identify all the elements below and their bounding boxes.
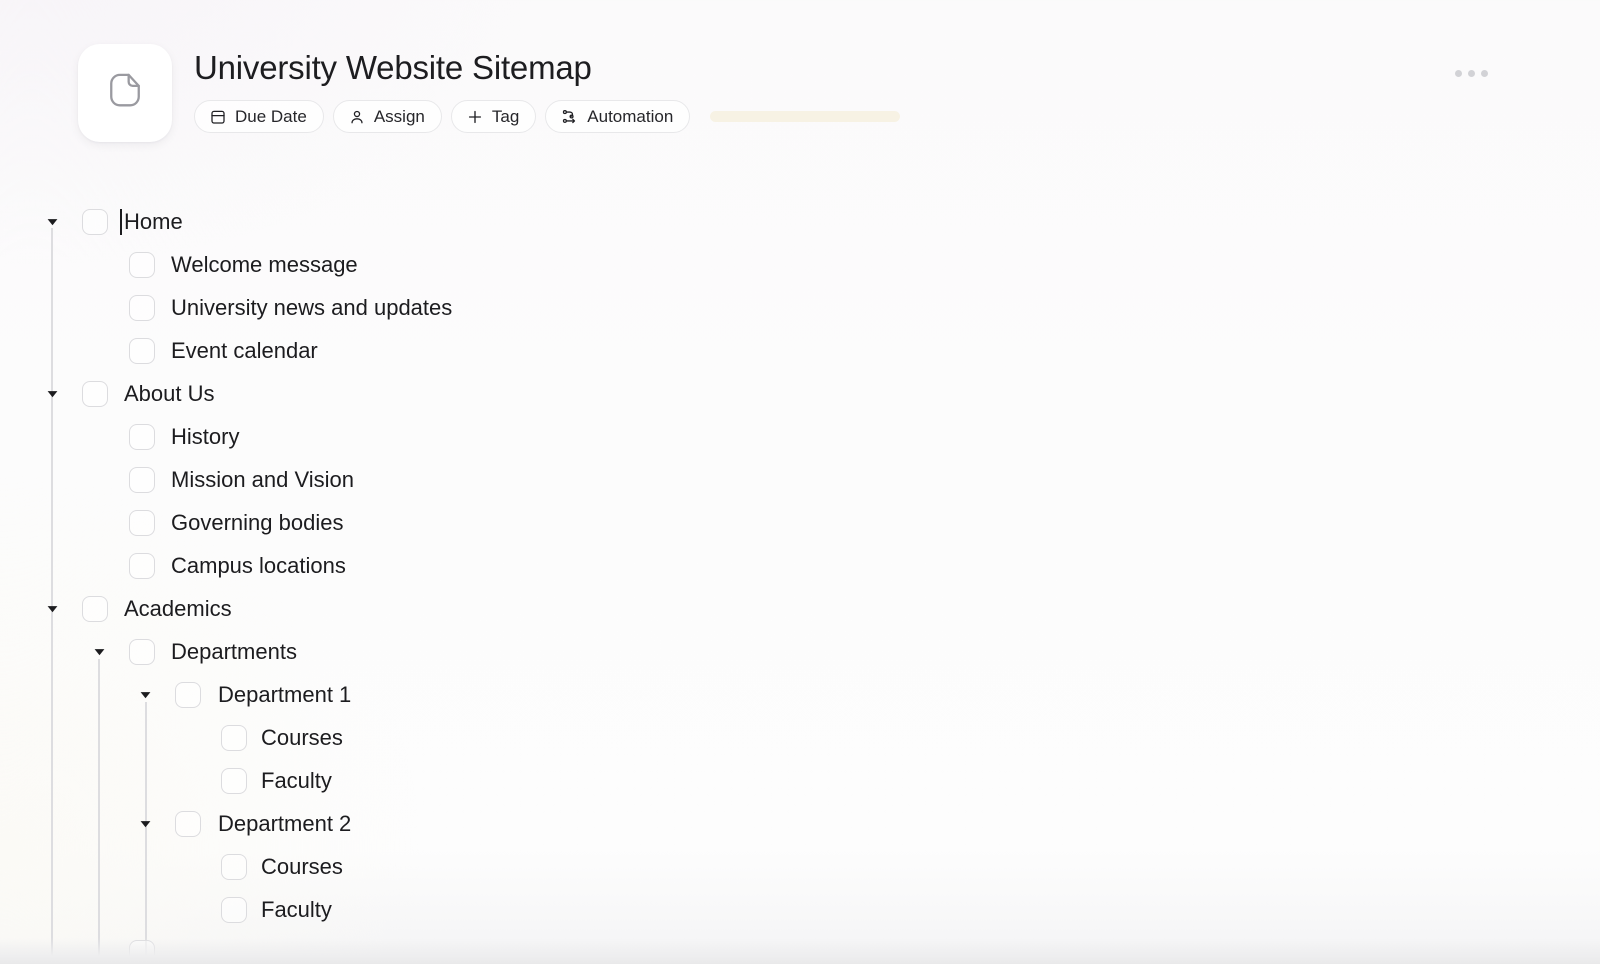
- automation-chip-label: Automation: [587, 107, 674, 126]
- person-icon: [348, 108, 366, 126]
- chevron-down-icon[interactable]: [43, 600, 61, 618]
- tree-row-label[interactable]: History: [171, 424, 239, 450]
- row-checkbox[interactable]: [129, 294, 155, 321]
- tree-row[interactable]: Home: [0, 200, 1600, 243]
- tree-row-label[interactable]: Faculty: [261, 768, 332, 794]
- tree-row[interactable]: Departments: [0, 630, 1600, 673]
- row-checkbox[interactable]: [221, 724, 247, 751]
- chevron-down-icon[interactable]: [136, 815, 154, 833]
- tree-row[interactable]: Campus locations: [0, 544, 1600, 587]
- plus-icon: [466, 108, 484, 126]
- row-checkbox[interactable]: [129, 552, 155, 579]
- row-checkbox[interactable]: [129, 939, 155, 964]
- row-checkbox[interactable]: [175, 681, 201, 708]
- document-page-icon: [103, 69, 147, 118]
- title-block: University Website Sitemap Due Date Assi…: [194, 44, 901, 133]
- tree-row[interactable]: [0, 931, 1600, 964]
- chevron-down-icon[interactable]: [90, 643, 108, 661]
- chevron-down-icon[interactable]: [136, 686, 154, 704]
- tree-row-label[interactable]: Welcome message: [171, 252, 358, 278]
- more-options-icon[interactable]: [1447, 62, 1496, 85]
- tree-row-label[interactable]: Home: [124, 209, 183, 235]
- chevron-down-icon[interactable]: [43, 385, 61, 403]
- progress-bar: [710, 111, 901, 122]
- tree-row-label[interactable]: Faculty: [261, 897, 332, 923]
- chevron-down-icon[interactable]: [43, 213, 61, 231]
- row-checkbox[interactable]: [82, 380, 108, 407]
- tree-row-label[interactable]: Mission and Vision: [171, 467, 354, 493]
- text-cursor: [120, 208, 122, 235]
- tree-row-label[interactable]: Campus locations: [171, 553, 346, 579]
- row-checkbox[interactable]: [221, 767, 247, 794]
- due-date-chip[interactable]: Due Date: [194, 100, 324, 133]
- document-icon-tile[interactable]: [78, 44, 172, 142]
- assign-chip[interactable]: Assign: [332, 100, 442, 133]
- tag-chip-label: Tag: [491, 107, 520, 126]
- tree-row-label[interactable]: Departments: [171, 639, 297, 665]
- sitemap-outline-tree: Home Welcome message University news and u…: [0, 200, 1600, 964]
- tree-row[interactable]: University news and updates: [0, 286, 1600, 329]
- calendar-icon: [209, 108, 227, 126]
- tree-row[interactable]: Courses: [0, 845, 1600, 888]
- row-checkbox[interactable]: [129, 466, 155, 493]
- tree-row-label[interactable]: Department 2: [218, 811, 351, 837]
- tree-row-label[interactable]: University news and updates: [171, 295, 452, 321]
- row-checkbox[interactable]: [129, 509, 155, 536]
- tree-row-label[interactable]: Department 1: [218, 682, 351, 708]
- tree-row[interactable]: Welcome message: [0, 243, 1600, 286]
- tree-row[interactable]: Department 2: [0, 802, 1600, 845]
- row-checkbox[interactable]: [82, 595, 108, 622]
- tree-row[interactable]: About Us: [0, 372, 1600, 415]
- tree-row[interactable]: Faculty: [0, 888, 1600, 931]
- tree-row[interactable]: History: [0, 415, 1600, 458]
- row-checkbox[interactable]: [82, 208, 108, 235]
- row-checkbox[interactable]: [221, 896, 247, 923]
- automation-icon: [560, 107, 579, 126]
- tree-row[interactable]: Mission and Vision: [0, 458, 1600, 501]
- row-checkbox[interactable]: [221, 853, 247, 880]
- tree-row-label[interactable]: Governing bodies: [171, 510, 343, 536]
- row-checkbox[interactable]: [129, 423, 155, 450]
- row-checkbox[interactable]: [129, 638, 155, 665]
- tree-row-label[interactable]: Academics: [124, 596, 232, 622]
- dot: [1481, 70, 1488, 77]
- property-chip-row: Due Date Assign Tag Automation: [194, 100, 901, 133]
- assign-chip-label: Assign: [373, 107, 425, 126]
- page-title[interactable]: University Website Sitemap: [194, 48, 900, 88]
- document-header: University Website Sitemap Due Date Assi…: [78, 44, 901, 142]
- due-date-chip-label: Due Date: [235, 107, 307, 126]
- automation-chip[interactable]: Automation: [545, 100, 691, 133]
- dot: [1468, 70, 1475, 77]
- tag-chip[interactable]: Tag: [450, 100, 537, 133]
- tree-row[interactable]: Event calendar: [0, 329, 1600, 372]
- row-checkbox[interactable]: [129, 251, 155, 278]
- tree-row[interactable]: Courses: [0, 716, 1600, 759]
- dot: [1455, 70, 1462, 77]
- tree-row-label[interactable]: Event calendar: [171, 338, 318, 364]
- tree-row[interactable]: Faculty: [0, 759, 1600, 802]
- tree-row[interactable]: Governing bodies: [0, 501, 1600, 544]
- tree-row[interactable]: Academics: [0, 587, 1600, 630]
- tree-row-label[interactable]: Courses: [261, 854, 343, 880]
- tree-row[interactable]: Department 1: [0, 673, 1600, 716]
- row-checkbox[interactable]: [175, 810, 201, 837]
- row-checkbox[interactable]: [129, 337, 155, 364]
- tree-row-label[interactable]: About Us: [124, 381, 215, 407]
- tree-row-label[interactable]: Courses: [261, 725, 343, 751]
